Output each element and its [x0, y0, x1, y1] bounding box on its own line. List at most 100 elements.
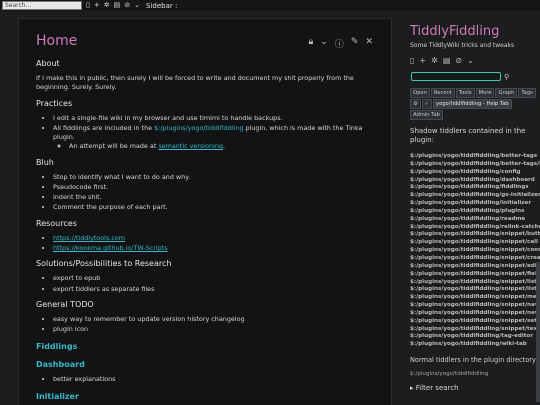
- tab-tools[interactable]: Tools: [455, 88, 475, 98]
- todo-heading: General TODO: [36, 299, 94, 309]
- resource-link[interactable]: https://kookma.github.io/TW-Scripts: [53, 244, 168, 252]
- check-circle-icon[interactable]: ⊘: [455, 56, 462, 65]
- plus-icon[interactable]: +: [419, 56, 426, 65]
- chevron-down-icon[interactable]: ⌄: [134, 2, 140, 9]
- shadow-tiddler-link[interactable]: $:/plugins/yogo/tiddlfiddling/snippet/ca…: [410, 239, 540, 247]
- fiddlings-heading: Fiddlings: [36, 342, 78, 352]
- shadow-tiddler-link[interactable]: $:/plugins/yogo/tiddlfiddling/initialize…: [410, 200, 540, 208]
- shadow-tiddler-link[interactable]: $:/plugins/yogo/tiddlfiddling/wiki-tab: [410, 341, 540, 349]
- resource-link[interactable]: https://tiddlytools.com: [53, 234, 125, 242]
- shadow-tiddler-link[interactable]: $:/plugins/yogo/tiddlfiddling/better-tag…: [410, 153, 540, 161]
- resources-list: https://tiddlytools.com https://kookma.g…: [36, 234, 379, 253]
- tiddler-home: Home 🔒︎ ⌄ ⓘ ✎ ✕ About If I make this in …: [18, 18, 392, 405]
- filter-search-label: Filter search: [415, 384, 459, 393]
- list-item: Comment the purpose of each part.: [53, 203, 379, 212]
- edit-icon[interactable]: ✎: [351, 37, 359, 50]
- shadow-tiddler-link[interactable]: $:/plugins/yogo/tiddlfiddling/snippet/cr…: [410, 255, 540, 263]
- search-icon[interactable]: ⚲: [504, 73, 509, 81]
- sidebar-tabs: Open Recent Tools More Graph Tags ⚙ ✓ yo…: [410, 88, 540, 120]
- shadow-tiddler-link[interactable]: $:/plugins/yogo/tiddlfiddling/snippet/fi…: [410, 271, 540, 279]
- info-icon[interactable]: ⓘ: [335, 37, 344, 50]
- practices-heading: Practices: [36, 98, 73, 108]
- grid-icon[interactable]: ▤: [114, 2, 121, 9]
- about-heading: About: [36, 59, 60, 68]
- normal-tiddler-link[interactable]: $:/plugins/yogo/tiddlfiddling: [410, 371, 540, 377]
- gear-icon[interactable]: ✲: [104, 2, 110, 9]
- check-circle-icon[interactable]: ⊘: [124, 2, 130, 9]
- normal-tiddlers-heading: Normal tiddlers in the plugin directory:: [410, 356, 538, 365]
- plugin-link[interactable]: $:/plugins/yogo/tiddlfiddling: [154, 124, 243, 132]
- shadow-tiddler-link[interactable]: $:/plugins/yogo/tiddlfiddling/readme: [410, 216, 540, 224]
- list-item-text: All fiddlings are included in the: [53, 124, 155, 133]
- list-item: An attempt will be made at semantic vers…: [69, 142, 379, 151]
- list-item: https://tiddlytools.com: [53, 234, 379, 243]
- practices-list: I edit a single-file wiki in my browser …: [36, 114, 379, 152]
- list-item: plugin icon: [53, 325, 379, 334]
- shadow-tiddler-link[interactable]: $:/plugins/yogo/tiddlfiddling/dashboard: [410, 177, 540, 185]
- lock-icon[interactable]: 🔒︎: [309, 37, 314, 50]
- shadow-tiddler-link[interactable]: $:/plugins/yogo/tiddlfiddling/snippet/me…: [410, 294, 540, 302]
- shadow-tiddler-link[interactable]: $:/plugins/yogo/tiddlfiddling/gs-initial…: [410, 192, 540, 200]
- sidebar-toolbar: ▯ + ✲ ▤ ⊘ ⌄: [410, 56, 540, 65]
- semantic-versioning-link[interactable]: semantic versioning: [158, 142, 223, 150]
- shadow-tiddler-link[interactable]: $:/plugins/yogo/tiddlfiddling/snippet/bu…: [410, 231, 540, 239]
- list-item-text: .: [222, 142, 225, 151]
- shadow-tiddler-link[interactable]: $:/plugins/yogo/tiddlfiddling/snippet/te…: [410, 326, 540, 334]
- tab-open[interactable]: Open: [410, 88, 430, 98]
- sidebar-label: Sidebar :: [145, 1, 178, 10]
- list-item: https://kookma.github.io/TW-Scripts: [53, 244, 379, 253]
- plus-icon[interactable]: +: [94, 2, 100, 9]
- tiddler-toolbar: 🔒︎ ⌄ ⓘ ✎ ✕: [309, 37, 373, 50]
- shadow-tiddler-link[interactable]: $:/plugins/yogo/tiddlfiddling/snippet/ne…: [410, 310, 540, 318]
- shadow-tiddler-link[interactable]: $:/plugins/yogo/tiddlfiddling/snippet/li…: [410, 286, 540, 294]
- bluh-list: Stop to identify what I want to do and w…: [36, 173, 379, 213]
- tiddler-body: About If I make this in public, then sur…: [19, 59, 391, 401]
- page-icon[interactable]: ▯: [86, 2, 90, 9]
- sidebar-search-input[interactable]: [411, 72, 501, 81]
- shadow-tiddler-link[interactable]: $:/plugins/yogo/tiddlfiddling/relink-cat…: [410, 224, 540, 232]
- list-item-text: An attempt will be made at: [69, 142, 159, 151]
- solutions-list: export to epub export tiddlers as separa…: [36, 274, 379, 293]
- tab-recent[interactable]: Recent: [430, 88, 455, 98]
- shadow-tiddler-link[interactable]: $:/plugins/yogo/tiddlfiddling/config: [410, 169, 540, 177]
- filter-search-toggle[interactable]: ▸ Filter search: [410, 384, 540, 392]
- list-item: easy way to remember to update version h…: [53, 315, 379, 324]
- gear-icon[interactable]: ✲: [431, 56, 438, 65]
- close-icon[interactable]: ✕: [365, 37, 373, 50]
- shadow-tiddler-link[interactable]: $:/plugins/yogo/tiddlfiddling/snippet/se…: [410, 318, 540, 326]
- shadow-tiddler-link[interactable]: $:/plugins/yogo/tiddlfiddling/snippet/ed…: [410, 263, 540, 271]
- solutions-heading: Solutions/Possibilities to Research: [36, 259, 172, 269]
- grid-icon[interactable]: ▤: [443, 56, 451, 65]
- chevron-down-icon[interactable]: ⌄: [467, 56, 474, 65]
- list-item: I edit a single-file wiki in my browser …: [53, 114, 379, 123]
- shadow-tiddler-link[interactable]: $:/plugins/yogo/tiddlfiddling/plugins: [410, 208, 540, 216]
- tab-admin[interactable]: Admin Tab: [410, 110, 443, 120]
- site-title: TiddlyFiddling: [410, 24, 500, 39]
- tab-gear[interactable]: ⚙: [410, 99, 421, 109]
- page-icon[interactable]: ▯: [410, 56, 414, 65]
- shadow-tiddler-link[interactable]: $:/plugins/yogo/tiddlfiddling/snippet/na…: [410, 302, 540, 310]
- top-search-input[interactable]: [2, 1, 82, 10]
- tab-more[interactable]: More: [475, 88, 495, 98]
- top-bar: ▯ + ✲ ▤ ⊘ ⌄ Sidebar :: [0, 0, 540, 11]
- dashboard-list: better explanations: [36, 375, 379, 384]
- shadow-tiddler-link[interactable]: $:/plugins/yogo/tiddlfiddling/snippet/li…: [410, 279, 540, 287]
- sidebar-scrollbar[interactable]: [536, 262, 540, 402]
- tiddler-header: Home 🔒︎ ⌄ ⓘ ✎ ✕: [19, 19, 391, 53]
- shadow-tiddler-link[interactable]: $:/plugins/yogo/tiddlfiddling/snippet/co…: [410, 247, 540, 255]
- shadow-tiddlers-heading: Shadow tiddlers contained in the plugin:: [410, 127, 526, 144]
- list-item: export tiddlers as separate files: [53, 285, 379, 294]
- tab-tags[interactable]: Tags: [518, 88, 536, 98]
- shadow-tiddler-link[interactable]: $:/plugins/yogo/tiddlfiddling/fiddlings: [410, 184, 540, 192]
- shadow-tiddlers-list: $:/plugins/yogo/tiddlfiddling/better-tag…: [410, 153, 540, 349]
- chevron-down-icon[interactable]: ⌄: [320, 37, 328, 50]
- tab-graph[interactable]: Graph: [495, 88, 518, 98]
- tab-help[interactable]: yogo/tiddlfiddling - Help Tab: [433, 99, 512, 109]
- shadow-tiddler-link[interactable]: $:/plugins/yogo/tiddlfiddling/better-tag…: [410, 161, 540, 169]
- todo-list: easy way to remember to update version h…: [36, 315, 379, 334]
- list-item: All fiddlings are included in the $:/plu…: [53, 124, 379, 152]
- shadow-tiddler-link[interactable]: $:/plugins/yogo/tiddlfiddling/tag-editor: [410, 333, 540, 341]
- tab-check[interactable]: ✓: [421, 99, 433, 109]
- resources-heading: Resources: [36, 218, 77, 228]
- initializer-heading: Initializer: [36, 392, 79, 402]
